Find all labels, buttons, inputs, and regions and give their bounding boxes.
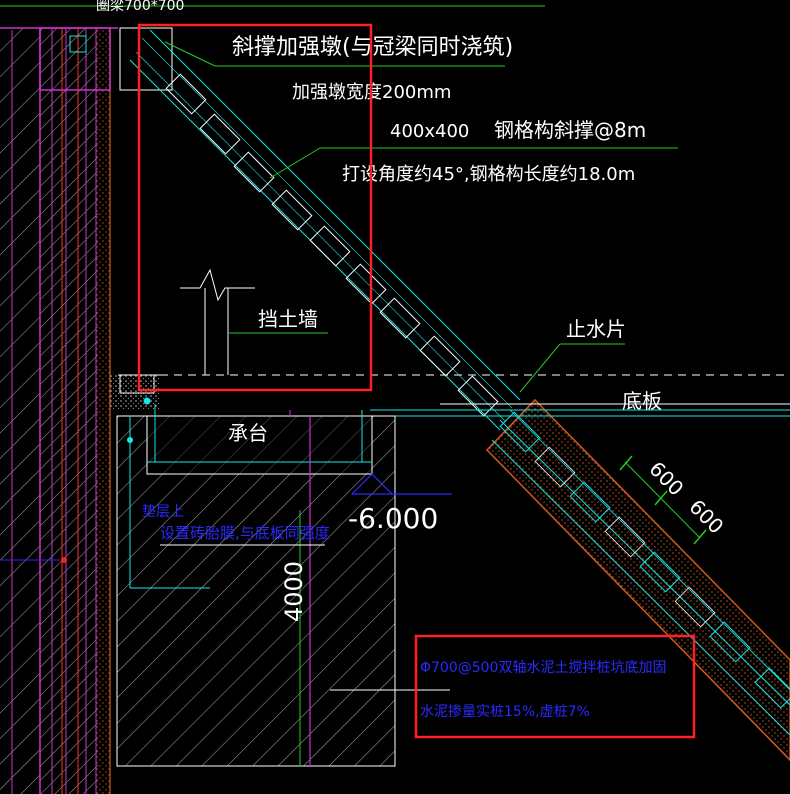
dim-600-b: 600 [684, 495, 728, 539]
brace-pier-label: 斜撑加强墩(与冠梁同时浇筑) [232, 35, 513, 60]
steel-brace-label: 钢格构斜撑@8m [494, 118, 646, 142]
elevation-label: -6.000 [348, 502, 438, 535]
water-stop-label: 止水片 [566, 317, 626, 341]
top-cut-label: 圈梁700*700 [96, 0, 184, 14]
retaining-wall-symbol: 挡土墙 [180, 268, 328, 375]
highlight-frame-brace [137, 23, 373, 392]
blue-note-1: 垫层上 [142, 504, 184, 520]
pile-cap-label: 承台 [228, 421, 268, 445]
dim-4000: 4000 [280, 561, 308, 622]
reinf-note-2: 水泥掺量实桩15%,虚桩7% [420, 703, 590, 720]
retaining-wall-label: 挡土墙 [258, 307, 318, 331]
blue-note-2: 设置砖胎膜,与底板同强度 [160, 524, 330, 542]
highlight-frame-note [414, 634, 696, 739]
elevation-marker: -6.000 [348, 473, 452, 535]
brace-annotations: 斜撑加强墩(与冠梁同时浇筑) 加强墩宽度200mm 400x400 钢格构斜撑@… [164, 35, 678, 413]
steel-size-label: 400x400 [390, 121, 469, 142]
floor-slab-label: 底板 [622, 389, 662, 413]
pile-cap: 承台 4000 [116, 404, 396, 767]
reinf-note-1: Φ700@500双轴水泥土搅拌桩坑底加固 [420, 659, 666, 676]
slab-lines [110, 374, 790, 417]
left-wall [0, 28, 111, 794]
angle-length-label: 打设角度约45°,钢格构长度约18.0m [342, 164, 635, 185]
dim-600-a: 600 [644, 457, 688, 501]
cad-drawing: 圈梁700*700 600 600 挡土墙 承台 4000 -6.000 垫层上… [0, 0, 790, 794]
